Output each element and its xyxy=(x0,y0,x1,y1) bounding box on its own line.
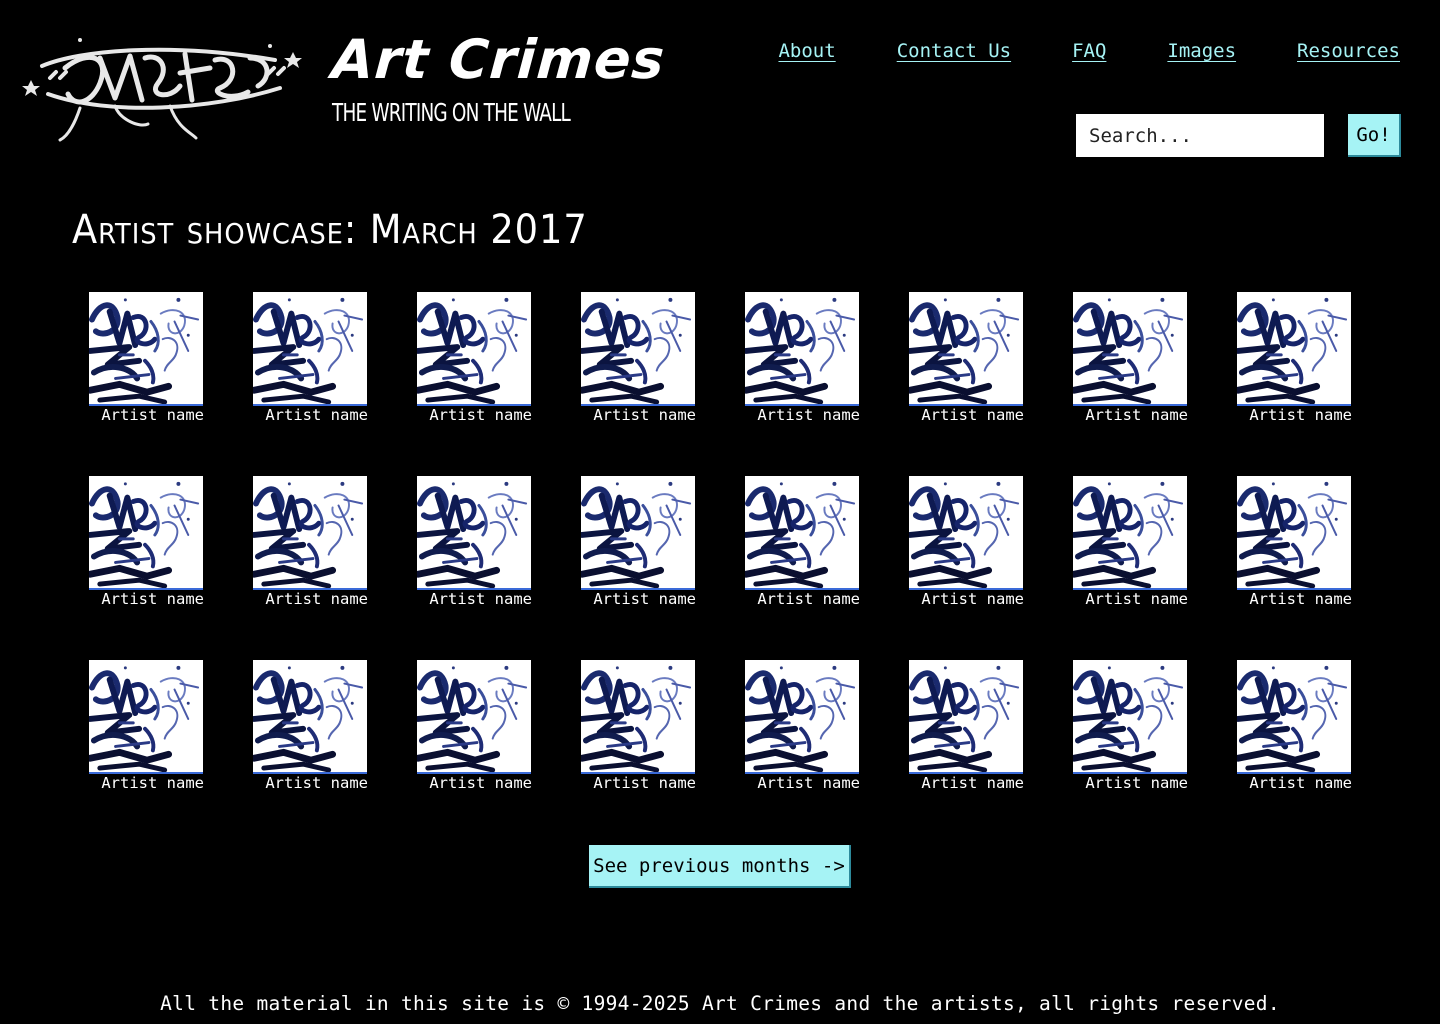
artist-card-24[interactable]: Artist name xyxy=(1237,660,1352,794)
graffiti-artwork-thumbnail-icon xyxy=(89,476,203,590)
artist-name: Artist name xyxy=(101,774,204,792)
graffiti-tag-logo-icon[interactable] xyxy=(20,28,305,146)
artist-card-9[interactable]: Artist name xyxy=(89,476,204,610)
artist-name: Artist name xyxy=(921,590,1024,608)
graffiti-artwork-thumbnail-icon xyxy=(581,476,695,590)
graffiti-artwork-thumbnail-icon xyxy=(1073,292,1187,406)
artist-card-21[interactable]: Artist name xyxy=(745,660,860,794)
graffiti-artwork-thumbnail-icon xyxy=(745,292,859,406)
artist-card-19[interactable]: Artist name xyxy=(417,660,532,794)
graffiti-artwork-thumbnail-icon xyxy=(89,292,203,406)
artist-card-7[interactable]: Artist name xyxy=(1073,292,1188,426)
graffiti-artwork-thumbnail-icon xyxy=(89,660,203,774)
artist-name: Artist name xyxy=(757,406,860,424)
artist-card-5[interactable]: Artist name xyxy=(745,292,860,426)
artist-name: Artist name xyxy=(1249,406,1352,424)
artist-card-23[interactable]: Artist name xyxy=(1073,660,1188,794)
graffiti-artwork-thumbnail-icon xyxy=(253,476,367,590)
nav-link-images[interactable]: Images xyxy=(1167,40,1236,62)
artist-name: Artist name xyxy=(593,774,696,792)
graffiti-artwork-thumbnail-icon xyxy=(417,660,531,774)
artist-card-1[interactable]: Artist name xyxy=(89,292,204,426)
artist-name: Artist name xyxy=(429,590,532,608)
artist-name: Artist name xyxy=(265,590,368,608)
artist-card-3[interactable]: Artist name xyxy=(417,292,532,426)
site-title: Art Crimes xyxy=(329,28,668,91)
artist-name: Artist name xyxy=(101,590,204,608)
artist-card-18[interactable]: Artist name xyxy=(253,660,368,794)
main-nav: About Contact Us FAQ Images Resources xyxy=(778,40,1400,62)
artist-card-20[interactable]: Artist name xyxy=(581,660,696,794)
graffiti-artwork-thumbnail-icon xyxy=(909,476,1023,590)
nav-link-resources[interactable]: Resources xyxy=(1297,40,1400,62)
graffiti-artwork-thumbnail-icon xyxy=(1073,660,1187,774)
nav-link-faq[interactable]: FAQ xyxy=(1072,40,1106,62)
graffiti-artwork-thumbnail-icon xyxy=(1237,292,1351,406)
site-header: Art Crimes The Writing on the Wall About… xyxy=(0,0,1440,190)
artist-name: Artist name xyxy=(1249,774,1352,792)
artist-name: Artist name xyxy=(921,406,1024,424)
graffiti-artwork-thumbnail-icon xyxy=(417,292,531,406)
graffiti-artwork-thumbnail-icon xyxy=(1237,476,1351,590)
copyright-text: All the material in this site is © 1994-… xyxy=(160,992,1280,1015)
nav-link-contact-us[interactable]: Contact Us xyxy=(897,40,1011,62)
graffiti-artwork-thumbnail-icon xyxy=(417,476,531,590)
artist-name: Artist name xyxy=(429,406,532,424)
brand: Art Crimes The Writing on the Wall xyxy=(329,28,668,130)
artist-name: Artist name xyxy=(593,590,696,608)
artist-card-15[interactable]: Artist name xyxy=(1073,476,1188,610)
artist-name: Artist name xyxy=(1085,590,1188,608)
graffiti-artwork-thumbnail-icon xyxy=(1073,476,1187,590)
see-previous-months-button[interactable]: See previous months -> xyxy=(589,845,851,888)
site-tagline: The Writing on the Wall xyxy=(332,98,571,127)
graffiti-artwork-thumbnail-icon xyxy=(253,292,367,406)
graffiti-artwork-thumbnail-icon xyxy=(581,292,695,406)
artist-name: Artist name xyxy=(101,406,204,424)
artist-card-4[interactable]: Artist name xyxy=(581,292,696,426)
artist-card-11[interactable]: Artist name xyxy=(417,476,532,610)
artist-card-2[interactable]: Artist name xyxy=(253,292,368,426)
graffiti-artwork-thumbnail-icon xyxy=(581,660,695,774)
artist-card-17[interactable]: Artist name xyxy=(89,660,204,794)
artist-name: Artist name xyxy=(757,774,860,792)
search-input[interactable] xyxy=(1076,114,1324,157)
graffiti-artwork-thumbnail-icon xyxy=(253,660,367,774)
page-title: Artist showcase: March 2017 xyxy=(72,207,588,253)
artist-name: Artist name xyxy=(921,774,1024,792)
artist-name: Artist name xyxy=(1085,774,1188,792)
nav-link-about[interactable]: About xyxy=(778,40,835,62)
artist-name: Artist name xyxy=(593,406,696,424)
artist-grid: Artist name Artist name Artist name Arti… xyxy=(89,292,1352,794)
graffiti-artwork-thumbnail-icon xyxy=(745,660,859,774)
artist-card-22[interactable]: Artist name xyxy=(909,660,1024,794)
artist-card-10[interactable]: Artist name xyxy=(253,476,368,610)
graffiti-artwork-thumbnail-icon xyxy=(745,476,859,590)
artist-card-16[interactable]: Artist name xyxy=(1237,476,1352,610)
search-form: Go! xyxy=(1076,114,1401,157)
artist-card-6[interactable]: Artist name xyxy=(909,292,1024,426)
search-go-button[interactable]: Go! xyxy=(1348,114,1401,157)
artist-card-14[interactable]: Artist name xyxy=(909,476,1024,610)
artist-name: Artist name xyxy=(265,406,368,424)
artist-name: Artist name xyxy=(429,774,532,792)
site-footer: All the material in this site is © 1994-… xyxy=(0,990,1440,1018)
graffiti-artwork-thumbnail-icon xyxy=(909,292,1023,406)
graffiti-artwork-thumbnail-icon xyxy=(1237,660,1351,774)
artist-name: Artist name xyxy=(1249,590,1352,608)
artist-card-12[interactable]: Artist name xyxy=(581,476,696,610)
artist-name: Artist name xyxy=(265,774,368,792)
artist-name: Artist name xyxy=(1085,406,1188,424)
artist-name: Artist name xyxy=(757,590,860,608)
graffiti-artwork-thumbnail-icon xyxy=(909,660,1023,774)
artist-card-13[interactable]: Artist name xyxy=(745,476,860,610)
artist-card-8[interactable]: Artist name xyxy=(1237,292,1352,426)
